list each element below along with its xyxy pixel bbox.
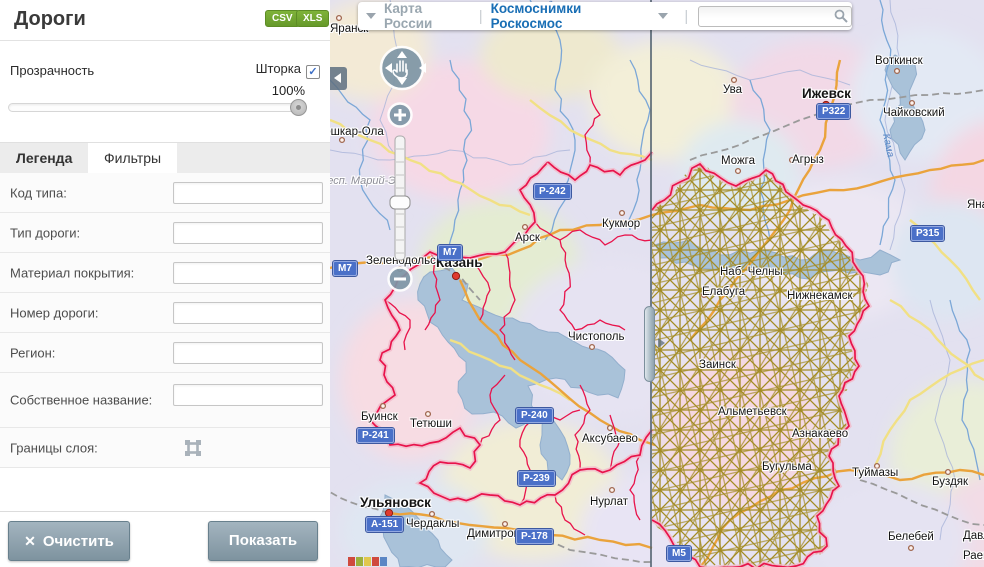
field-label: Тип дороги: (10, 224, 165, 241)
filter-row-road-type: Тип дороги: (0, 213, 330, 253)
field-label: Номер дороги: (10, 304, 165, 321)
curtain-checkbox[interactable]: ✓ (306, 65, 320, 79)
region-input[interactable] (173, 342, 323, 364)
curtain-toggle[interactable]: Шторка ✓ (256, 61, 320, 79)
base-layer-option[interactable]: Карта России (384, 1, 471, 31)
zoom-in-button[interactable] (389, 104, 412, 127)
layer-switcher-bar: Карта России | Космоснимки Роскосмос | (358, 2, 852, 30)
filter-row-layer-bounds: Границы слоя: (0, 428, 330, 468)
export-csv-button[interactable]: CSV (265, 10, 300, 27)
field-label: Собственное название: (10, 392, 165, 409)
separator: | (684, 8, 688, 25)
zoom-slider[interactable] (390, 136, 410, 260)
sidebar-header: Дороги CSV XLS (0, 0, 330, 41)
type-code-input[interactable] (173, 182, 323, 204)
separator: | (479, 8, 483, 25)
curtain-divider (650, 0, 652, 567)
transparency-slider[interactable] (8, 103, 305, 112)
filter-row-region: Регион: (0, 333, 330, 373)
sidebar-actions: ✕Очистить Показать (0, 511, 330, 567)
tab-filters[interactable]: Фильтры (88, 143, 177, 174)
curtain-arrow-icon (658, 338, 665, 348)
filter-row-own-name: Собственное название: (0, 373, 330, 428)
pan-control[interactable] (381, 47, 426, 89)
road-type-input[interactable] (173, 222, 323, 244)
road-number-input[interactable] (173, 302, 323, 324)
surface-material-input[interactable] (173, 262, 323, 284)
chevron-down-icon[interactable] (658, 13, 668, 19)
tab-legend[interactable]: Легенда (0, 143, 88, 174)
map-search (698, 6, 852, 27)
zoom-out-button[interactable] (389, 268, 412, 291)
transparency-value: 100% (272, 83, 305, 98)
filter-row-type-code: Код типа: (0, 173, 330, 213)
field-label: Код типа: (10, 184, 165, 201)
polygon-frame-icon[interactable] (185, 440, 201, 456)
field-label: Регион: (10, 344, 165, 361)
own-name-input[interactable] (173, 384, 323, 406)
active-layer-option[interactable]: Космоснимки Роскосмос (491, 1, 651, 31)
field-label: Границы слоя: (10, 439, 165, 456)
tabstrip: Легенда Фильтры (0, 142, 330, 173)
chevron-down-icon[interactable] (366, 13, 376, 19)
transparency-label: Прозрачность (10, 63, 94, 78)
filters-sidebar: Дороги CSV XLS Прозрачность Шторка ✓ 100%… (0, 0, 330, 567)
map-search-input[interactable] (698, 6, 852, 27)
zoom-slider-handle[interactable] (390, 196, 410, 209)
clear-x-icon: ✕ (24, 533, 36, 549)
magnifier-icon[interactable] (834, 9, 848, 23)
filter-rows: Код типа: Тип дороги: Материал покрытия:… (0, 173, 330, 468)
filter-row-road-number: Номер дороги: (0, 293, 330, 333)
curtain-label: Шторка (256, 61, 301, 76)
collapse-sidebar-button[interactable] (330, 67, 347, 90)
show-button[interactable]: Показать (208, 521, 318, 561)
clear-button[interactable]: ✕Очистить (8, 521, 130, 561)
page-title: Дороги (14, 8, 86, 31)
curtain-handle[interactable] (644, 306, 655, 382)
map-canvas[interactable]: ЯранскЙошкар-ОлаРесп. Марий-ЭлЗеленодоль… (330, 0, 984, 567)
field-label: Материал покрытия: (10, 264, 165, 281)
export-xls-button[interactable]: XLS (296, 10, 329, 27)
filter-row-surface-material: Материал покрытия: (0, 253, 330, 293)
transparency-slider-handle[interactable] (290, 99, 307, 116)
